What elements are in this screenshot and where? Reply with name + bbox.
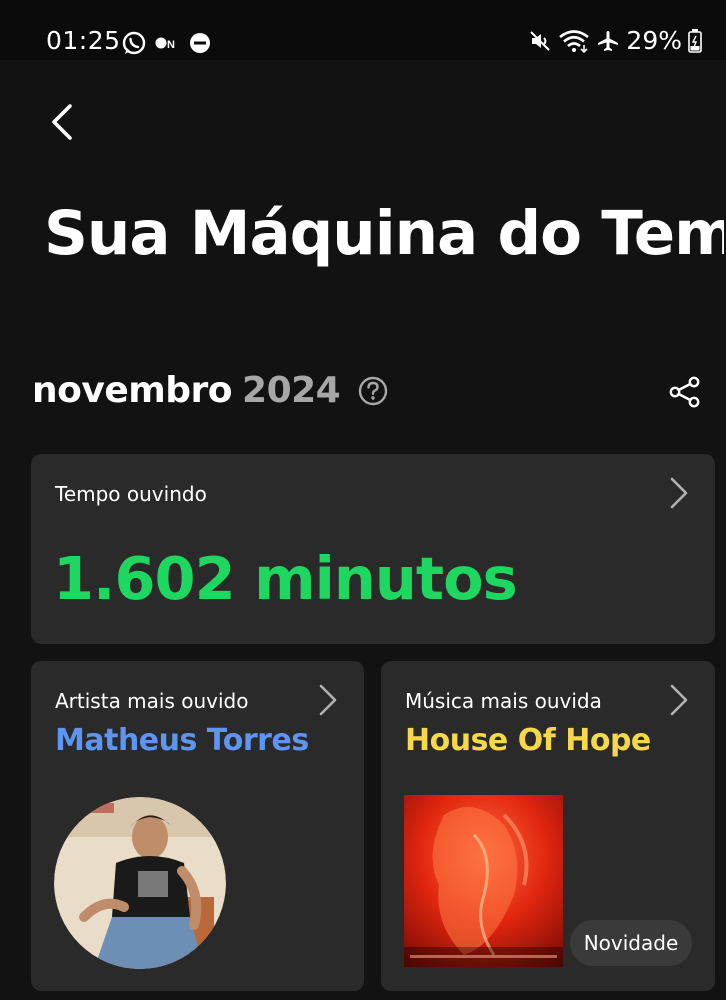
on-icon: N: [155, 37, 175, 51]
top-artist-label: Artista mais ouvido: [55, 689, 249, 713]
share-icon: [669, 376, 700, 408]
top-artist-name: Matheus Torres: [55, 723, 309, 758]
song-cover-art: [404, 795, 563, 967]
period-year: 2024: [242, 370, 341, 411]
top-song-card[interactable]: Música mais ouvida House Of Hope Novidad…: [381, 661, 715, 991]
top-song-label: Música mais ouvida: [405, 689, 602, 713]
svg-text:N: N: [167, 39, 175, 51]
chevron-right-icon: [670, 684, 688, 716]
do-not-disturb-icon: [190, 33, 210, 53]
chevron-left-icon: [52, 104, 72, 140]
top-artist-card[interactable]: Artista mais ouvido Matheus Torres: [31, 661, 364, 991]
wifi-icon: [559, 29, 590, 53]
mute-icon: [530, 30, 551, 51]
help-icon[interactable]: [358, 376, 388, 406]
battery-icon: [688, 28, 702, 53]
status-bar: 01:25 N 29%: [0, 0, 726, 60]
listening-time-card[interactable]: Tempo ouvindo 1.602 minutos: [31, 454, 715, 644]
back-button[interactable]: [44, 100, 84, 144]
top-song-name: House Of Hope: [405, 723, 651, 758]
listening-time-value: 1.602 minutos: [53, 544, 518, 613]
listening-time-label: Tempo ouvindo: [55, 482, 207, 506]
artist-avatar: [54, 797, 226, 969]
new-release-badge: Novidade: [570, 920, 692, 966]
battery-percent: 29%: [626, 26, 682, 55]
chevron-right-icon: [670, 477, 688, 509]
whatsapp-icon: [122, 31, 146, 55]
period-month: novembro: [32, 370, 233, 411]
page-title: Sua Máquina do Tem...: [44, 198, 724, 269]
status-icons-left: N: [121, 30, 211, 56]
share-button[interactable]: [668, 376, 702, 408]
airplane-icon: [598, 30, 619, 51]
period-header: novembro 2024: [32, 370, 388, 411]
chevron-right-icon: [319, 684, 337, 716]
status-icons-right: 29%: [528, 26, 702, 55]
status-time: 01:25: [46, 26, 121, 55]
